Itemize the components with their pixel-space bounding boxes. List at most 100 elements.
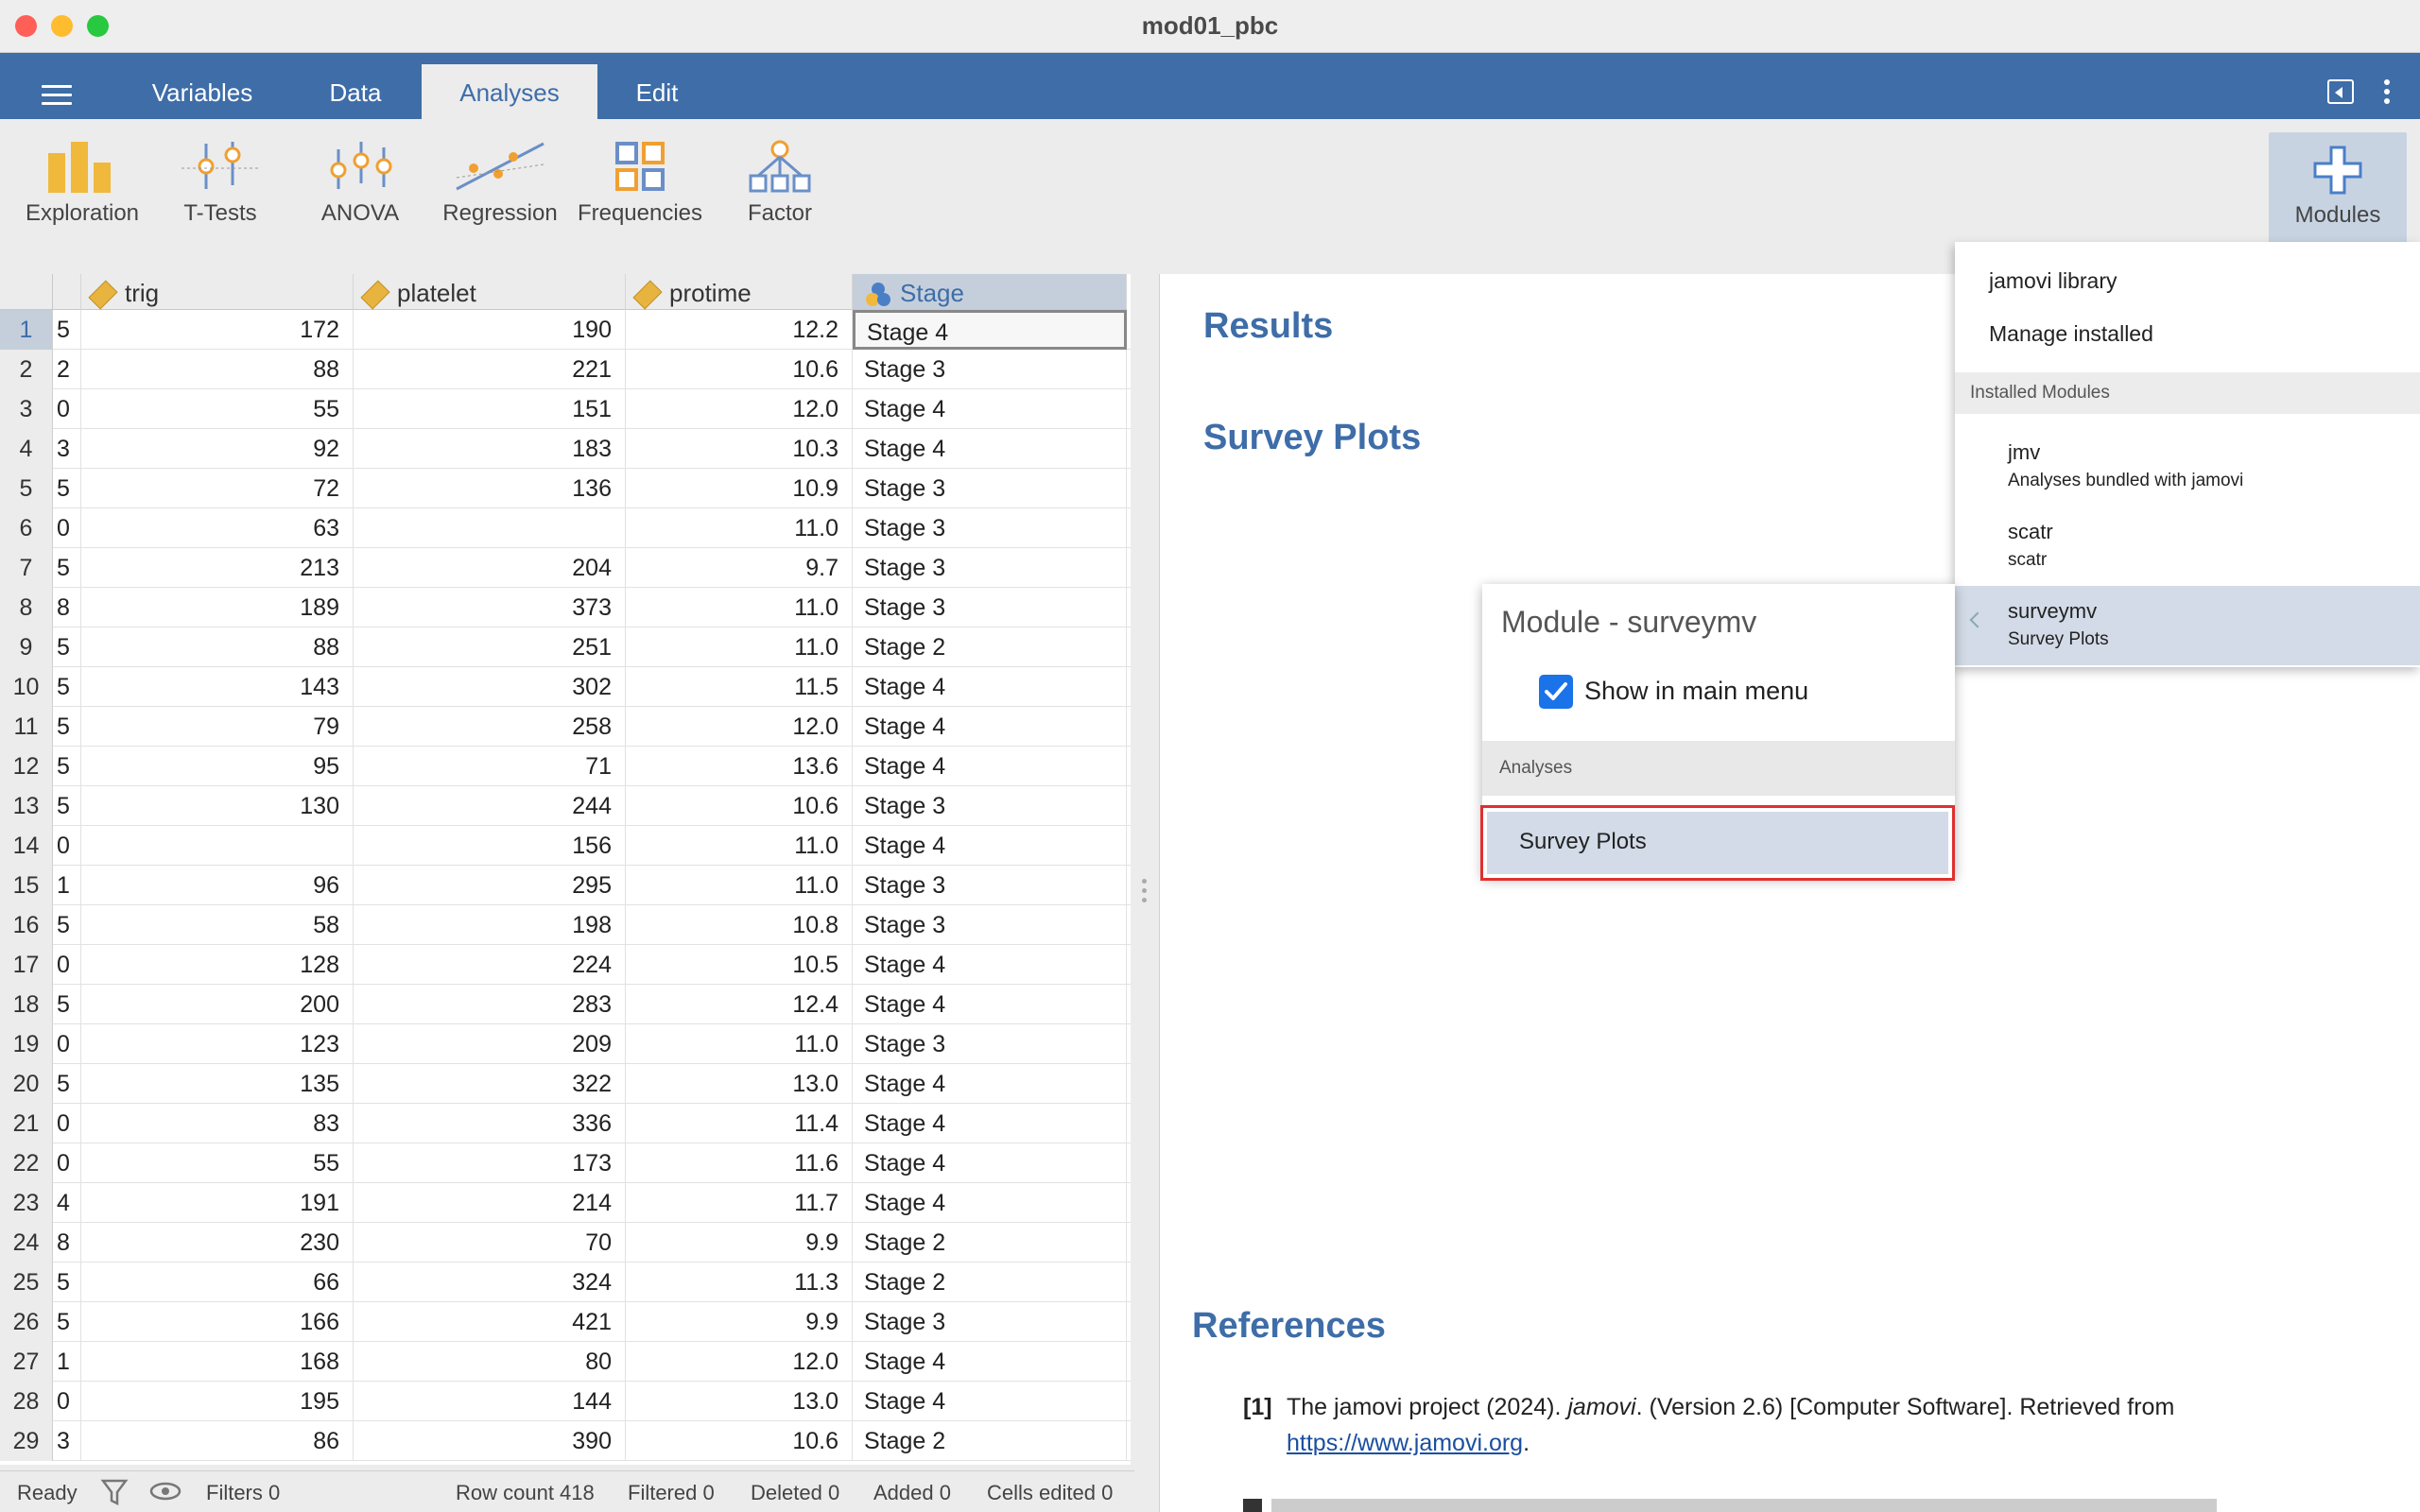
table-cell[interactable]: 5 xyxy=(53,707,81,747)
table-cell[interactable]: 5 xyxy=(53,469,81,508)
column-header-platelet[interactable]: platelet xyxy=(354,274,626,310)
table-cell[interactable]: 143 xyxy=(81,667,354,707)
table-cell[interactable]: 135 xyxy=(81,1064,354,1104)
table-cell[interactable]: 8 xyxy=(53,1223,81,1263)
table-cell[interactable]: 55 xyxy=(81,389,354,429)
table-cell[interactable]: 11.0 xyxy=(626,826,853,866)
table-cell[interactable]: 221 xyxy=(354,350,626,389)
table-cell[interactable]: 66 xyxy=(81,1263,354,1302)
filter-icon[interactable] xyxy=(100,1477,129,1512)
table-cell[interactable]: Stage 3 xyxy=(853,508,1127,548)
table-cell[interactable]: 283 xyxy=(354,985,626,1024)
row-number[interactable]: 20 xyxy=(0,1064,53,1104)
table-cell[interactable]: 0 xyxy=(53,945,81,985)
table-cell[interactable]: 9.9 xyxy=(626,1302,853,1342)
table-cell[interactable]: 195 xyxy=(81,1382,354,1421)
module-item-scatr[interactable]: scatr scatr xyxy=(1955,507,2420,586)
table-cell[interactable]: Stage 2 xyxy=(853,1263,1127,1302)
manage-installed-item[interactable]: Manage installed xyxy=(1989,321,2153,347)
table-cell[interactable]: 421 xyxy=(354,1302,626,1342)
table-cell[interactable]: Stage 3 xyxy=(853,1024,1127,1064)
collapse-panel-icon[interactable] xyxy=(2327,79,2354,104)
table-cell[interactable]: 10.6 xyxy=(626,350,853,389)
row-number[interactable]: 25 xyxy=(0,1263,53,1302)
table-cell[interactable]: 0 xyxy=(53,389,81,429)
table-cell[interactable]: 10.3 xyxy=(626,429,853,469)
row-number[interactable]: 23 xyxy=(0,1183,53,1223)
column-header-partial[interactable] xyxy=(53,274,81,310)
survey-plots-menu-item[interactable]: Survey Plots xyxy=(1480,805,1955,881)
table-cell[interactable]: 11.0 xyxy=(626,508,853,548)
table-cell[interactable]: 173 xyxy=(354,1143,626,1183)
row-number[interactable]: 4 xyxy=(0,429,53,469)
table-cell[interactable]: Stage 2 xyxy=(853,627,1127,667)
table-cell[interactable]: 5 xyxy=(53,1302,81,1342)
row-number[interactable]: 18 xyxy=(0,985,53,1024)
row-number[interactable]: 27 xyxy=(0,1342,53,1382)
table-cell[interactable]: 5 xyxy=(53,667,81,707)
table-cell[interactable]: 214 xyxy=(354,1183,626,1223)
survey-plots-heading[interactable]: Survey Plots xyxy=(1203,418,1421,458)
table-cell[interactable]: 5 xyxy=(53,905,81,945)
row-number[interactable]: 19 xyxy=(0,1024,53,1064)
table-cell[interactable]: 5 xyxy=(53,548,81,588)
table-cell[interactable]: Stage 4 xyxy=(853,826,1127,866)
table-cell[interactable]: Stage 4 xyxy=(853,1342,1127,1382)
table-cell[interactable]: 0 xyxy=(53,1104,81,1143)
table-cell[interactable]: 123 xyxy=(81,1024,354,1064)
table-cell[interactable]: 13.6 xyxy=(626,747,853,786)
table-cell[interactable]: 1 xyxy=(53,1342,81,1382)
table-cell[interactable]: 3 xyxy=(53,1421,81,1461)
table-cell[interactable]: 251 xyxy=(354,627,626,667)
show-in-menu-checkbox[interactable] xyxy=(1539,675,1573,709)
table-cell[interactable]: 190 xyxy=(354,310,626,350)
table-cell[interactable]: Stage 3 xyxy=(853,866,1127,905)
table-cell[interactable]: 0 xyxy=(53,826,81,866)
table-cell[interactable]: 128 xyxy=(81,945,354,985)
table-cell[interactable]: 9.7 xyxy=(626,548,853,588)
table-cell[interactable]: 183 xyxy=(354,429,626,469)
row-number[interactable]: 2 xyxy=(0,350,53,389)
tab-edit[interactable]: Edit xyxy=(605,64,709,119)
row-number[interactable]: 22 xyxy=(0,1143,53,1183)
table-cell[interactable]: 11.4 xyxy=(626,1104,853,1143)
row-number[interactable]: 9 xyxy=(0,627,53,667)
row-number[interactable]: 3 xyxy=(0,389,53,429)
row-number[interactable]: 5 xyxy=(0,469,53,508)
table-cell[interactable]: 209 xyxy=(354,1024,626,1064)
row-number[interactable]: 26 xyxy=(0,1302,53,1342)
jamovi-link[interactable]: https://www.jamovi.org xyxy=(1287,1430,1523,1456)
row-number[interactable]: 8 xyxy=(0,588,53,627)
table-cell[interactable]: 200 xyxy=(81,985,354,1024)
table-cell[interactable]: Stage 3 xyxy=(853,350,1127,389)
table-cell[interactable]: 2 xyxy=(53,350,81,389)
exploration-button[interactable]: Exploration xyxy=(11,140,153,253)
table-cell[interactable]: 0 xyxy=(53,1143,81,1183)
row-number[interactable]: 15 xyxy=(0,866,53,905)
row-number[interactable]: 12 xyxy=(0,747,53,786)
table-cell[interactable]: 80 xyxy=(354,1342,626,1382)
factor-button[interactable]: Factor xyxy=(709,140,851,253)
data-spreadsheet[interactable]: trig platelet protime Stage 1 5 172 190 12.2… xyxy=(0,274,1131,1465)
table-cell[interactable]: 324 xyxy=(354,1263,626,1302)
table-cell[interactable]: 70 xyxy=(354,1223,626,1263)
tab-variables[interactable]: Variables xyxy=(130,64,274,119)
table-cell[interactable]: 13.0 xyxy=(626,1382,853,1421)
table-cell[interactable]: 11.7 xyxy=(626,1183,853,1223)
table-cell[interactable]: Stage 2 xyxy=(853,1421,1127,1461)
table-cell[interactable]: Stage 4 xyxy=(853,1143,1127,1183)
table-cell[interactable]: Stage 4 xyxy=(853,1064,1127,1104)
table-cell[interactable]: Stage 4 xyxy=(853,1382,1127,1421)
row-number[interactable]: 16 xyxy=(0,905,53,945)
table-cell[interactable]: 12.0 xyxy=(626,1342,853,1382)
table-cell[interactable]: Stage 3 xyxy=(853,588,1127,627)
table-cell[interactable]: 322 xyxy=(354,1064,626,1104)
table-cell[interactable]: 79 xyxy=(81,707,354,747)
table-cell[interactable]: 1 xyxy=(53,866,81,905)
table-cell[interactable]: Stage 3 xyxy=(853,905,1127,945)
row-number[interactable]: 11 xyxy=(0,707,53,747)
table-cell[interactable]: 0 xyxy=(53,1024,81,1064)
table-cell[interactable]: 172 xyxy=(81,310,354,350)
hamburger-menu-icon[interactable] xyxy=(42,85,72,106)
table-cell[interactable]: Stage 4 xyxy=(853,667,1127,707)
